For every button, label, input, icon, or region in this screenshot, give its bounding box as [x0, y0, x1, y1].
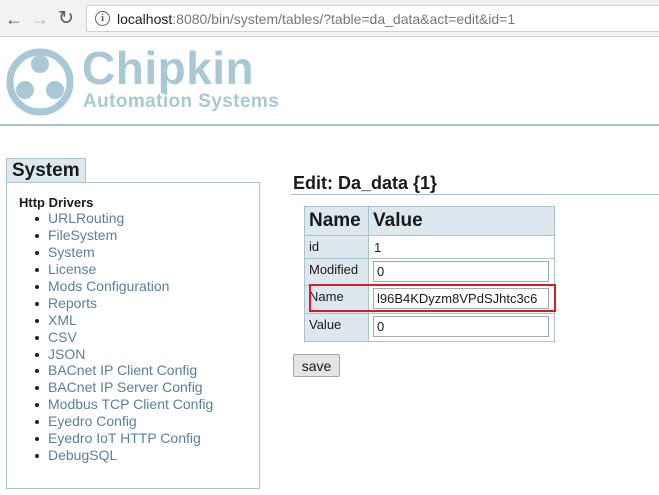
sidebar-item-urlrouting: URLRouting — [29, 210, 213, 227]
sidebar-link[interactable]: Eyedro Config — [48, 413, 137, 429]
sidebar-item-debugsql: DebugSQL — [29, 447, 213, 464]
sidebar-link[interactable]: Reports — [48, 295, 97, 311]
reload-icon[interactable]: ↻ — [55, 8, 77, 30]
sidebar-item-eyedro-config: Eyedro Config — [29, 413, 213, 430]
sidebar-item-filesystem: FileSystem — [29, 227, 213, 244]
row-value-id: 1 — [374, 240, 382, 255]
browser-toolbar: ← → ↻ i localhost:8080/bin/system/tables… — [0, 0, 659, 37]
table-row-value: Value — [305, 313, 554, 341]
table-row-modified: Modified — [305, 258, 554, 285]
sidebar-item-system: System — [29, 244, 213, 261]
sidebar-item-csv: CSV — [29, 329, 213, 346]
sidebar-link[interactable]: JSON — [48, 346, 85, 362]
sidebar-item-mods-configuration: Mods Configuration — [29, 278, 213, 295]
address-bar[interactable]: i localhost:8080/bin/system/tables/?tabl… — [86, 5, 659, 32]
sidebar-link[interactable]: CSV — [48, 329, 77, 345]
row-key-modified: Modified — [305, 259, 369, 285]
title-divider — [291, 194, 659, 195]
sidebar-item-license: License — [29, 261, 213, 278]
info-icon[interactable]: i — [95, 11, 110, 26]
brand-name: Chipkin — [82, 42, 255, 94]
sidebar-link[interactable]: Modbus TCP Client Config — [48, 396, 213, 412]
sidebar-link[interactable]: XML — [48, 312, 77, 328]
sidebar-item-xml: XML — [29, 312, 213, 329]
sidebar-link[interactable]: BACnet IP Client Config — [48, 362, 197, 378]
row-key-id: id — [305, 236, 369, 258]
chipkin-logo-icon[interactable] — [6, 48, 74, 116]
forward-arrow-icon[interactable]: → — [29, 8, 51, 30]
value-input[interactable] — [373, 316, 549, 337]
site-header: Chipkin Automation Systems — [0, 38, 659, 126]
sidebar-link[interactable]: License — [48, 261, 96, 277]
row-key-value: Value — [305, 314, 369, 341]
url-text: localhost:8080/bin/system/tables/?table=… — [117, 11, 516, 27]
save-button[interactable]: save — [293, 354, 340, 377]
back-arrow-icon[interactable]: ← — [3, 8, 25, 30]
sidebar-link[interactable]: URLRouting — [48, 210, 124, 226]
sidebar-item-bacnet-ip-server-config: BACnet IP Server Config — [29, 379, 213, 396]
sidebar-heading: Http Drivers — [19, 195, 94, 210]
sidebar-link[interactable]: FileSystem — [48, 227, 117, 243]
brand-subtitle: Automation Systems — [83, 91, 280, 112]
sidebar-tab-system: System — [6, 158, 86, 182]
sidebar-link[interactable]: System — [48, 244, 95, 260]
modified-input[interactable] — [373, 261, 549, 282]
table-row-id: id 1 — [305, 235, 554, 258]
sidebar-link[interactable]: Mods Configuration — [48, 278, 169, 294]
sidebar-link[interactable]: Eyedro IoT HTTP Config — [48, 430, 201, 446]
sidebar-item-eyedro-iot-http-config: Eyedro IoT HTTP Config — [29, 430, 213, 447]
sidebar-list: URLRouting FileSystem System License Mod… — [29, 210, 213, 464]
name-row-highlight — [309, 284, 556, 312]
sidebar-item-reports: Reports — [29, 295, 213, 312]
sidebar-link[interactable]: BACnet IP Server Config — [48, 379, 203, 395]
sidebar-item-bacnet-ip-client-config: BACnet IP Client Config — [29, 362, 213, 379]
page-title: Edit: Da_data {1} — [293, 173, 438, 193]
column-header-value: Value — [369, 207, 554, 235]
sidebar: Http Drivers URLRouting FileSystem Syste… — [6, 182, 260, 489]
edit-table: Name Value id 1 Modified Name Value — [304, 206, 555, 342]
sidebar-item-modbus-tcp-client-config: Modbus TCP Client Config — [29, 396, 213, 413]
sidebar-link[interactable]: DebugSQL — [48, 447, 117, 463]
column-header-name: Name — [305, 207, 369, 235]
sidebar-item-json: JSON — [29, 346, 213, 363]
